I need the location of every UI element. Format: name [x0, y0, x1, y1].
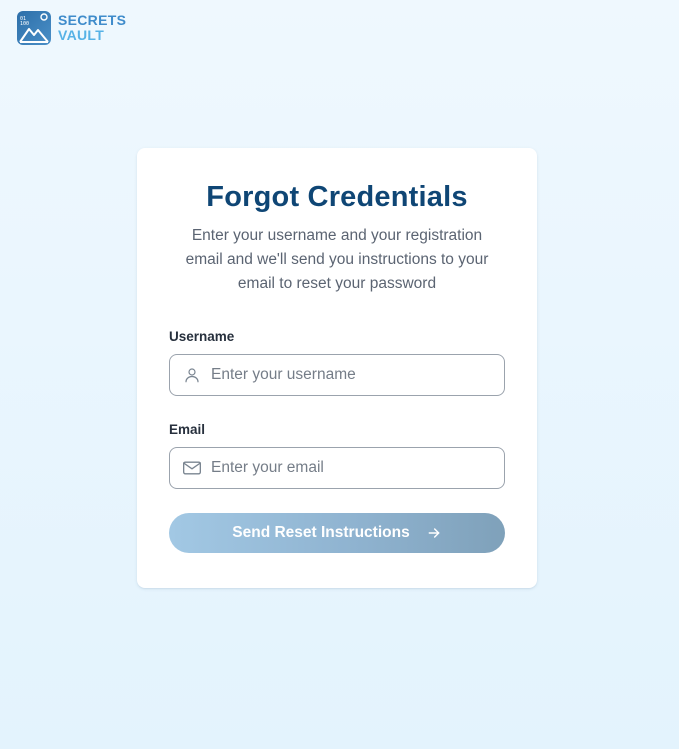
svg-text:100: 100	[20, 21, 29, 27]
email-label: Email	[169, 422, 206, 437]
submit-button-label: Send Reset Instructions	[232, 524, 410, 541]
page-title: Forgot Credentials	[206, 181, 468, 213]
username-label: Username	[169, 329, 235, 344]
brand-name-line2: VAULT	[58, 27, 105, 43]
brand-name-line1: SECRETS	[58, 12, 127, 28]
email-input[interactable]	[211, 459, 491, 477]
vault-logo-icon: 01 100	[17, 11, 51, 45]
forgot-credentials-card: Forgot Credentials Enter your username a…	[137, 148, 537, 588]
page-subtitle: Enter your username and your registratio…	[185, 227, 489, 292]
brand-logo[interactable]: 01 100 SECRETS VAULT	[17, 11, 126, 45]
send-reset-instructions-button[interactable]: Send Reset Instructions	[169, 513, 505, 553]
username-input[interactable]	[211, 366, 491, 384]
arrow-right-icon	[426, 525, 442, 541]
mail-icon	[182, 458, 202, 478]
username-field[interactable]	[169, 354, 505, 396]
brand-name: SECRETS VAULT	[58, 13, 126, 43]
user-icon	[182, 365, 202, 385]
email-field[interactable]	[169, 447, 505, 489]
